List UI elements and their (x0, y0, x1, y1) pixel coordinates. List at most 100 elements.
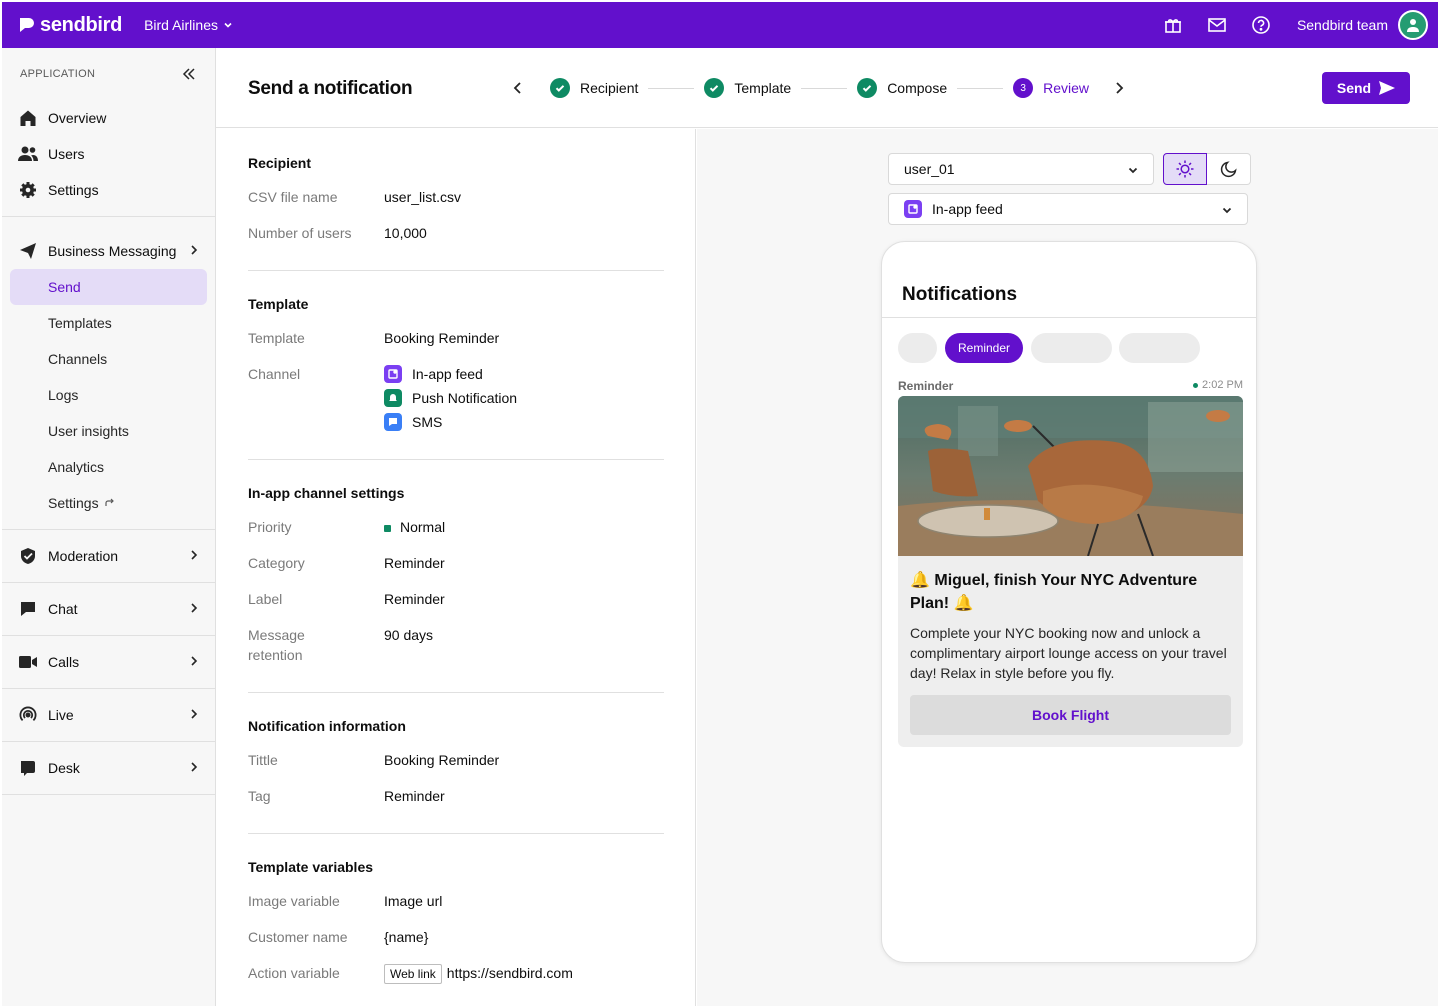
inapp-feed-icon (904, 200, 922, 218)
field-label: Action variable (248, 965, 340, 981)
field-label: Number of users (248, 225, 352, 241)
page-title: Send a notification (248, 78, 413, 99)
send-plane-icon (18, 241, 38, 261)
sidebar-item-label: Chat (48, 601, 78, 617)
user-avatar[interactable] (1398, 10, 1428, 40)
section-divider (248, 459, 664, 460)
step-review[interactable]: 3 Review (1013, 78, 1089, 98)
send-button[interactable]: Send (1322, 72, 1410, 104)
sidebar-item-overview[interactable]: Overview (2, 100, 215, 136)
sidebar-subitem-send[interactable]: Send (10, 269, 207, 305)
sidebar-item-label: Calls (48, 654, 80, 670)
message-time: 2:02 PM (1193, 379, 1243, 391)
org-name: Bird Airlines (144, 17, 218, 33)
sidebar-divider (2, 216, 215, 217)
field-value: user_list.csv (384, 189, 462, 205)
step-connector (801, 87, 848, 89)
sidebar-divider (2, 794, 215, 795)
sendbird-logo-icon (20, 18, 34, 32)
filter-pill[interactable] (898, 333, 937, 363)
book-flight-button[interactable]: Book Flight (910, 695, 1231, 735)
home-icon (18, 108, 38, 128)
step-prev-icon[interactable] (510, 80, 526, 96)
step-connector (648, 87, 695, 89)
field-label: Message retention (248, 625, 384, 665)
org-switcher[interactable]: Bird Airlines (144, 17, 234, 33)
lounge-chair-image (898, 396, 1243, 556)
field-label: Image variable (248, 893, 340, 909)
sidebar-subitem-settings[interactable]: Settings (2, 485, 215, 521)
filter-pill[interactable] (1119, 333, 1200, 363)
section-heading: Template variables (248, 859, 374, 875)
channel-select-value: In-app feed (932, 201, 1003, 217)
field-label: Template (248, 330, 305, 346)
sidebar-item-live[interactable]: Live (2, 697, 215, 733)
field-value: Normal (400, 519, 446, 535)
field-value: 90 days (384, 627, 434, 643)
top-bar: sendbird Bird Airlines Sendbird team (2, 2, 1438, 48)
brand-logo[interactable]: sendbird (18, 14, 122, 37)
unread-dot (1193, 382, 1199, 388)
message-time-text: 2:02 PM (1202, 379, 1243, 391)
chevron-right-icon (191, 245, 198, 255)
step-compose[interactable]: Compose (857, 78, 947, 98)
channel-label: In-app feed (412, 366, 483, 382)
light-mode-button[interactable] (1163, 153, 1207, 185)
section-heading: Template (248, 296, 309, 312)
chevron-right-icon (191, 656, 198, 666)
mail-icon[interactable] (1195, 2, 1239, 48)
priority-value: Normal (384, 517, 445, 537)
app-window: sendbird Bird Airlines Sendbird team APP… (2, 2, 1438, 1006)
sidebar-item-label: Settings (48, 182, 99, 198)
sidebar-section-label: APPLICATION (20, 68, 96, 80)
channel-select[interactable]: In-app feed (888, 193, 1248, 225)
sidebar-item-desk[interactable]: Desk (2, 750, 215, 786)
user-select[interactable]: user_01 (888, 153, 1154, 185)
field-value: Reminder (384, 555, 445, 571)
sidebar-item-label: Overview (48, 110, 107, 126)
brand-name: sendbird (40, 13, 123, 36)
sidebar-subitem-analytics[interactable]: Analytics (2, 449, 215, 485)
notification-card[interactable]: 🔔 Miguel, finish Your NYC Adventure Plan… (898, 396, 1243, 747)
filter-pill[interactable] (1031, 333, 1112, 363)
channel-item: SMS (384, 410, 517, 434)
step-next-icon[interactable] (1111, 80, 1127, 96)
sidebar-group-calls: Calls (2, 636, 215, 688)
desk-icon (18, 758, 38, 778)
sidebar-item-business-messaging[interactable]: Business Messaging (2, 233, 215, 269)
field-label: Tag (248, 788, 271, 804)
team-name[interactable]: Sendbird team (1297, 17, 1388, 33)
step-template[interactable]: Template (704, 78, 791, 98)
help-icon[interactable] (1239, 2, 1283, 48)
gift-icon[interactable] (1151, 2, 1195, 48)
check-circle-icon (704, 78, 725, 98)
sidebar-item-calls[interactable]: Calls (2, 644, 215, 680)
users-icon (18, 144, 38, 164)
field-value: {name} (384, 929, 429, 945)
theme-toggle (1163, 153, 1251, 185)
sidebar-item-label: Desk (48, 760, 80, 776)
sidebar-subitem-channels[interactable]: Channels (2, 341, 215, 377)
sidebar-subitem-user-insights[interactable]: User insights (2, 413, 215, 449)
sidebar-subitem-templates[interactable]: Templates (2, 305, 215, 341)
field-value: Image url (384, 893, 443, 909)
step-recipient[interactable]: Recipient (550, 78, 638, 98)
sidebar-item-users[interactable]: Users (2, 136, 215, 172)
gear-icon (18, 180, 38, 200)
dark-mode-button[interactable] (1207, 153, 1251, 185)
recipient-section: Recipient CSV file name user_list.csv Nu… (248, 155, 664, 243)
status-dot (384, 524, 391, 532)
sidebar-item-moderation[interactable]: Moderation (2, 538, 215, 574)
sidebar-item-settings[interactable]: Settings (2, 172, 215, 208)
step-label: Compose (887, 80, 948, 96)
chevron-right-icon (191, 762, 198, 772)
section-heading: In-app channel settings (248, 485, 405, 501)
filter-pill-reminder[interactable]: Reminder (945, 333, 1023, 363)
sidebar-item-chat[interactable]: Chat (2, 591, 215, 627)
check-circle-icon (857, 78, 878, 98)
send-button-label: Send (1336, 80, 1372, 96)
sidebar-subitem-logs[interactable]: Logs (2, 377, 215, 413)
collapse-sidebar-icon[interactable] (181, 66, 197, 82)
field-value: Reminder (384, 591, 445, 607)
chat-icon (18, 599, 38, 619)
